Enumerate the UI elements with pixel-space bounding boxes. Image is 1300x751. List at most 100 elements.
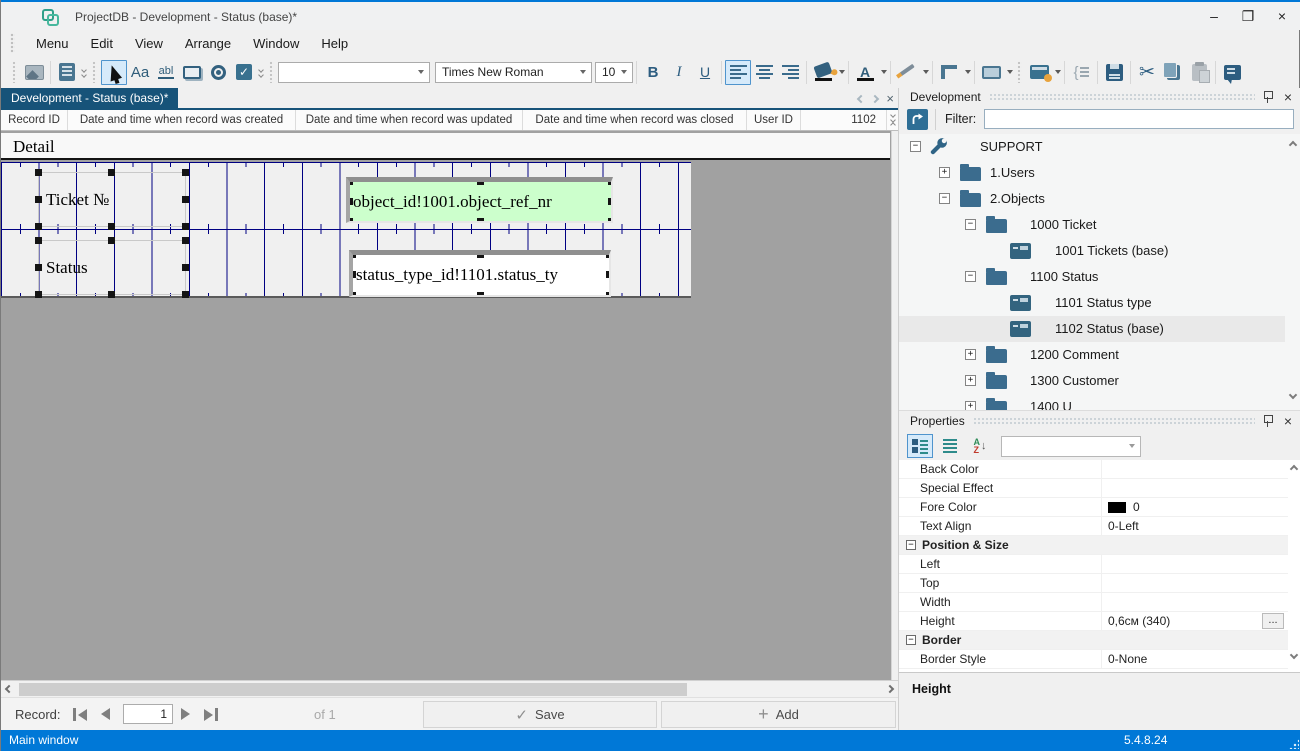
first-record-button[interactable] (73, 708, 87, 721)
designer-horizontal-scrollbar[interactable] (1, 680, 898, 697)
toolbar-grip[interactable] (1017, 61, 1022, 83)
textbox-tool-button[interactable]: abl (153, 60, 179, 85)
property-row-border-style[interactable]: Border Style 0-None (899, 650, 1288, 669)
resize-grip[interactable] (1289, 739, 1299, 749)
status-field-control[interactable]: status_type_id!1101.status_ty (349, 250, 611, 297)
sort-az-button[interactable]: A Z ↓ (967, 434, 993, 458)
column-created[interactable]: Date and time when record was created (68, 110, 296, 130)
fill-color-dropdown-icon[interactable] (839, 70, 845, 74)
column-closed[interactable]: Date and time when record was closed (523, 110, 747, 130)
cut-button[interactable]: ✂ (1134, 60, 1160, 85)
pin-icon[interactable] (1263, 91, 1273, 103)
record-number-input[interactable]: 1 (123, 704, 173, 724)
scrollbar-thumb[interactable] (19, 683, 687, 696)
menu-item-view[interactable]: View (124, 32, 174, 55)
shape-dropdown-icon[interactable] (1007, 70, 1013, 74)
locate-object-button[interactable] (907, 109, 928, 130)
development-close-icon[interactable]: × (1284, 90, 1292, 104)
close-button[interactable]: × (1265, 2, 1299, 30)
tree-item-1000-ticket[interactable]: − 1000 Ticket (899, 212, 1285, 238)
property-category-position-size[interactable]: − Position & Size (899, 536, 1288, 555)
minimize-button[interactable]: – (1197, 2, 1231, 30)
font-color-button[interactable]: A (852, 60, 878, 85)
column-record-id[interactable]: Record ID (1, 110, 68, 130)
property-row-text-align[interactable]: Text Align 0-Left (899, 517, 1288, 536)
menu-item-help[interactable]: Help (310, 32, 359, 55)
tree-item-1100-status[interactable]: − 1100 Status (899, 264, 1285, 290)
tree-item-1200-comment[interactable]: + 1200 Comment (899, 342, 1285, 368)
checkbox-tool-button[interactable]: ✓ (231, 60, 257, 85)
property-row-fore-color[interactable]: Fore Color 0 (899, 498, 1288, 517)
form-designer-canvas[interactable]: Detail Ticket № object_id!1001.object_re… (1, 131, 898, 680)
filter-input[interactable] (984, 109, 1294, 129)
font-size-combobox[interactable]: 10 (595, 61, 633, 83)
property-row-top[interactable]: Top (899, 574, 1288, 593)
status-label-control[interactable]: Status (35, 237, 189, 298)
scroll-right-icon[interactable] (885, 684, 895, 694)
column-chooser-icon[interactable] (887, 110, 898, 130)
designer-vertical-scrollbar[interactable] (891, 131, 898, 680)
border-button[interactable] (936, 60, 962, 85)
tab-close-icon[interactable]: × (886, 92, 894, 105)
style-combobox[interactable] (278, 61, 430, 83)
tab-scroll-right-icon[interactable] (871, 94, 880, 103)
expand-icon[interactable]: + (965, 375, 976, 386)
underline-button[interactable]: U (692, 60, 718, 85)
font-color-dropdown-icon[interactable] (881, 70, 887, 74)
tree-item-1400-clipped[interactable]: + 1400 U (899, 394, 1285, 410)
column-user-id[interactable]: User ID (747, 110, 801, 130)
form-settings-dropdown-icon[interactable] (1055, 70, 1061, 74)
property-object-combobox[interactable] (1001, 435, 1141, 457)
label-tool-button[interactable]: Aa (127, 60, 153, 85)
scroll-up-icon[interactable] (1289, 464, 1299, 474)
fill-color-button[interactable] (810, 60, 836, 85)
property-row-width[interactable]: Width (899, 593, 1288, 612)
last-record-button[interactable] (204, 708, 218, 721)
menu-item-menu[interactable]: Menu (25, 32, 80, 55)
property-row-height[interactable]: Height 0,6см (340) ... (899, 612, 1288, 631)
copy-button[interactable] (1160, 60, 1186, 85)
expand-icon[interactable]: + (965, 349, 976, 360)
tree-item-1101-status-type[interactable]: 1101 Status type (899, 290, 1285, 316)
detail-section-band[interactable]: Detail (1, 133, 890, 160)
collapse-icon[interactable]: − (939, 193, 950, 204)
toolbar-grip[interactable] (12, 61, 17, 83)
maximize-button[interactable]: ❐ (1231, 2, 1265, 30)
tree-item-1102-status-base[interactable]: 1102 Status (base) (899, 316, 1285, 342)
toolbar-grip[interactable] (92, 61, 97, 83)
italic-button[interactable]: I (666, 60, 692, 85)
toolbar-overflow-icon[interactable] (258, 66, 264, 78)
scroll-down-icon[interactable] (1288, 390, 1298, 400)
tab-scroll-left-icon[interactable] (857, 94, 866, 103)
toolbar-grip[interactable] (269, 61, 274, 83)
column-updated[interactable]: Date and time when record was updated (296, 110, 523, 130)
list-view-button[interactable] (937, 434, 963, 458)
property-row-back-color[interactable]: Back Color (899, 460, 1288, 479)
tab-development-status[interactable]: Development - Status (base)* (1, 88, 179, 108)
pages-tool-button[interactable] (54, 60, 80, 85)
align-center-button[interactable] (751, 60, 777, 85)
tree-item-users[interactable]: + 1.Users (899, 160, 1285, 186)
property-row-left[interactable]: Left (899, 555, 1288, 574)
button-tool-button[interactable] (179, 60, 205, 85)
line-color-button[interactable] (894, 60, 920, 85)
align-left-button[interactable] (725, 59, 751, 85)
column-1102[interactable]: 1102 (801, 110, 887, 130)
collapse-icon[interactable]: − (906, 635, 916, 645)
line-color-dropdown-icon[interactable] (923, 70, 929, 74)
panel-drag-hatch[interactable] (988, 93, 1255, 101)
collapse-icon[interactable]: − (965, 219, 976, 230)
scroll-left-icon[interactable] (4, 684, 14, 694)
scroll-up-icon[interactable] (1288, 140, 1298, 150)
radio-tool-button[interactable] (205, 60, 231, 85)
save-toolbar-button[interactable] (1101, 60, 1127, 85)
properties-close-icon[interactable]: × (1284, 414, 1292, 428)
save-record-button[interactable]: ✓ Save (423, 701, 657, 728)
tree-item-1001-tickets-base[interactable]: 1001 Tickets (base) (899, 238, 1285, 264)
next-record-button[interactable] (181, 708, 190, 720)
paste-button[interactable] (1186, 60, 1212, 85)
ticket-field-control[interactable]: object_id!1001.object_ref_nr (346, 177, 613, 223)
tree-item-objects[interactable]: − 2.Objects (899, 186, 1285, 212)
add-record-button[interactable]: + Add (661, 701, 896, 728)
group-button[interactable]: { (1068, 60, 1094, 85)
